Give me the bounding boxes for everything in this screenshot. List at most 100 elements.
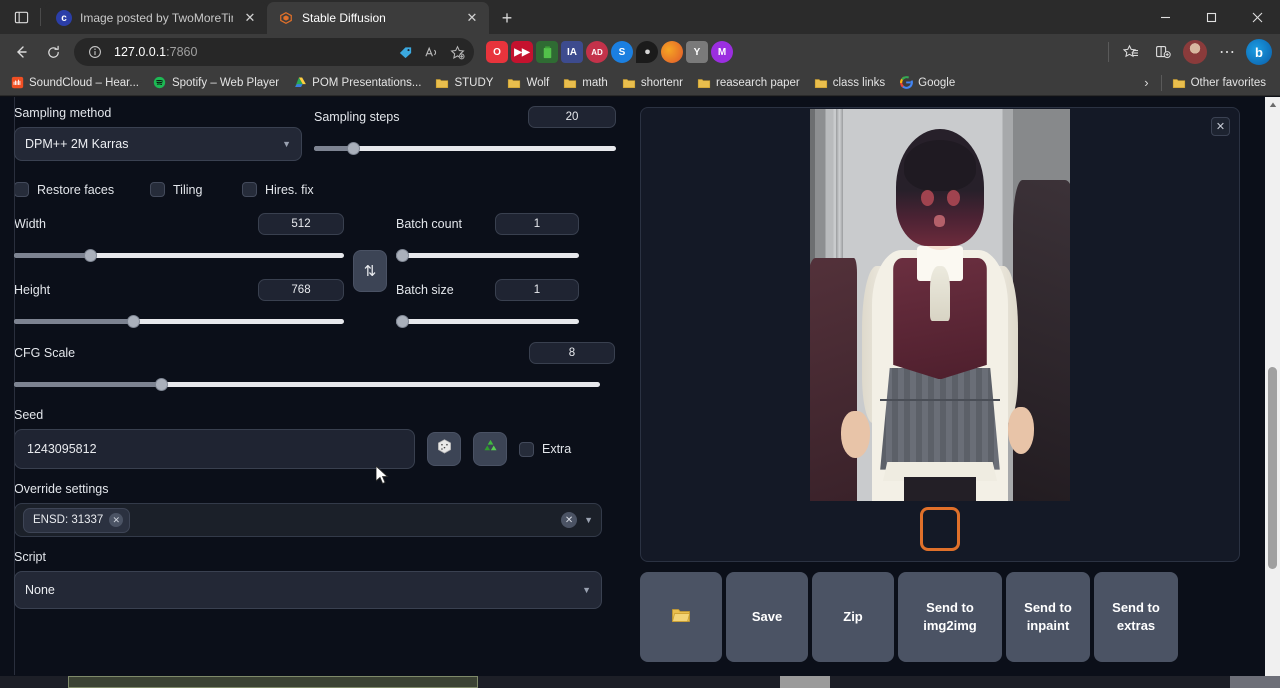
batch-size-slider[interactable]: [396, 314, 579, 328]
tiling-checkbox[interactable]: [150, 182, 165, 197]
random-seed-button[interactable]: [427, 432, 461, 466]
cfg-scale-slider[interactable]: [14, 377, 600, 391]
slider-knob[interactable]: [84, 249, 97, 262]
copilot-icon[interactable]: b: [1244, 38, 1274, 66]
swap-dimensions-button[interactable]: ⇅: [353, 250, 387, 292]
bookmarks-overflow-chevron-icon[interactable]: ›: [1136, 75, 1156, 90]
collections-icon[interactable]: [1116, 38, 1146, 66]
chevron-down-icon[interactable]: ▼: [584, 515, 593, 525]
cfg-scale-value[interactable]: 8: [529, 342, 615, 364]
close-tab-2-icon[interactable]: ✕: [463, 9, 481, 27]
yandex-icon[interactable]: Y: [686, 41, 708, 63]
open-folder-button[interactable]: [640, 572, 722, 662]
back-button[interactable]: [6, 38, 36, 66]
close-gallery-button[interactable]: ✕: [1211, 117, 1230, 136]
height-slider[interactable]: [14, 314, 344, 328]
height-value[interactable]: 768: [258, 279, 344, 301]
restore-faces-checkbox[interactable]: [14, 182, 29, 197]
taskbar-window-preview[interactable]: [68, 676, 478, 688]
page-vertical-scrollbar[interactable]: [1265, 97, 1280, 685]
close-tab-1-icon[interactable]: ✕: [241, 9, 259, 27]
override-settings-label: Override settings: [14, 482, 616, 496]
internet-archive-icon[interactable]: IA: [561, 41, 583, 63]
sampling-method-dropdown[interactable]: DPM++ 2M Karras ▼: [14, 127, 302, 161]
read-aloud-icon[interactable]: [420, 41, 442, 63]
save-button[interactable]: Save: [726, 572, 808, 662]
remove-token-icon[interactable]: ✕: [109, 513, 123, 527]
batch-count-slider[interactable]: [396, 248, 579, 262]
hires-fix-checkbox-row[interactable]: Hires. fix: [242, 182, 314, 197]
new-tab-button[interactable]: +: [493, 4, 521, 32]
script-dropdown[interactable]: None ▼: [14, 571, 602, 609]
maximize-window-button[interactable]: [1188, 0, 1234, 34]
hires-fix-checkbox[interactable]: [242, 182, 257, 197]
tab-separator: [40, 8, 41, 26]
reload-button[interactable]: [38, 38, 68, 66]
bookmark-google[interactable]: Google: [893, 74, 961, 92]
bookmark-shortenr[interactable]: shortenr: [616, 74, 689, 92]
address-bar[interactable]: 127.0.0.1:7860: [74, 38, 474, 66]
sampling-steps-value[interactable]: 20: [528, 106, 616, 128]
slider-knob[interactable]: [347, 142, 360, 155]
width-slider[interactable]: [14, 248, 344, 262]
site-info-icon[interactable]: [84, 41, 106, 63]
browser-tab-1[interactable]: c Image posted by TwoMoreTimes ✕: [45, 2, 267, 34]
bookmark-soundcloud[interactable]: SoundCloud – Hear...: [4, 74, 145, 92]
scroll-up-arrow-icon[interactable]: [1265, 97, 1280, 112]
add-favorite-icon[interactable]: [446, 41, 468, 63]
firefox-icon[interactable]: [661, 41, 683, 63]
bookmark-reasearch-paper[interactable]: reasearch paper: [691, 74, 806, 92]
vertical-scrollbar-thumb[interactable]: [1268, 367, 1277, 569]
slider-knob[interactable]: [396, 315, 409, 328]
send-to-extras-button[interactable]: Send to extras: [1094, 572, 1178, 662]
batch-count-label: Batch count: [396, 217, 462, 231]
bookmark-wolf[interactable]: Wolf: [501, 74, 555, 92]
override-token-ensd[interactable]: ENSD: 31337 ✕: [23, 508, 130, 533]
slider-knob[interactable]: [396, 249, 409, 262]
send-to-img2img-button[interactable]: Send to img2img: [898, 572, 1002, 662]
price-tag-icon[interactable]: [394, 41, 416, 63]
override-settings-field[interactable]: ENSD: 31337 ✕ ✕ ▼: [14, 503, 602, 537]
profile-avatar[interactable]: [1180, 38, 1210, 66]
generated-image[interactable]: [810, 109, 1070, 501]
output-action-buttons: Save Zip Send to img2img Send to inpaint…: [640, 572, 1240, 662]
bookmark-class-links[interactable]: class links: [808, 74, 891, 92]
batch-count-value[interactable]: 1: [495, 213, 579, 235]
clear-all-icon[interactable]: ✕: [561, 512, 577, 528]
bookmark-pom-presentations[interactable]: POM Presentations...: [287, 74, 427, 92]
other-favorites-button[interactable]: Other favorites: [1166, 74, 1272, 92]
sampling-steps-slider[interactable]: [314, 141, 616, 155]
zip-button[interactable]: Zip: [812, 572, 894, 662]
extra-checkbox-row[interactable]: Extra: [519, 442, 571, 457]
seed-input[interactable]: 1243095812: [14, 429, 415, 469]
folder-icon: [814, 76, 828, 90]
youtube-icon[interactable]: ▶▶: [511, 41, 533, 63]
recycle-seed-button[interactable]: [473, 432, 507, 466]
width-value[interactable]: 512: [258, 213, 344, 235]
tab-list-icon[interactable]: [4, 2, 38, 32]
bookmark-spotify[interactable]: Spotify – Web Player: [147, 74, 285, 92]
close-window-button[interactable]: [1234, 0, 1280, 34]
minimize-window-button[interactable]: [1142, 0, 1188, 34]
windows-taskbar: [0, 676, 1280, 688]
location-icon[interactable]: [636, 41, 658, 63]
bookmark-study[interactable]: STUDY: [429, 74, 499, 92]
monkeytype-icon[interactable]: M: [711, 41, 733, 63]
restore-faces-checkbox-row[interactable]: Restore faces: [14, 182, 150, 197]
shazam-icon[interactable]: S: [611, 41, 633, 63]
bookmark-math[interactable]: math: [557, 74, 614, 92]
tiling-checkbox-row[interactable]: Tiling: [150, 182, 242, 197]
download-manager-icon[interactable]: [536, 41, 558, 63]
split-screen-icon[interactable]: [1148, 38, 1178, 66]
gallery-thumbnail-0[interactable]: [920, 507, 960, 551]
settings-and-more-icon[interactable]: ⋯: [1212, 38, 1242, 66]
send-to-inpaint-button[interactable]: Send to inpaint: [1006, 572, 1090, 662]
recycle-icon: [482, 438, 499, 460]
opera-icon[interactable]: O: [486, 41, 508, 63]
extra-checkbox[interactable]: [519, 442, 534, 457]
batch-size-value[interactable]: 1: [495, 279, 579, 301]
slider-knob[interactable]: [155, 378, 168, 391]
slider-knob[interactable]: [127, 315, 140, 328]
browser-tab-2[interactable]: Stable Diffusion ✕: [267, 2, 489, 34]
adblock-icon[interactable]: AD: [586, 41, 608, 63]
